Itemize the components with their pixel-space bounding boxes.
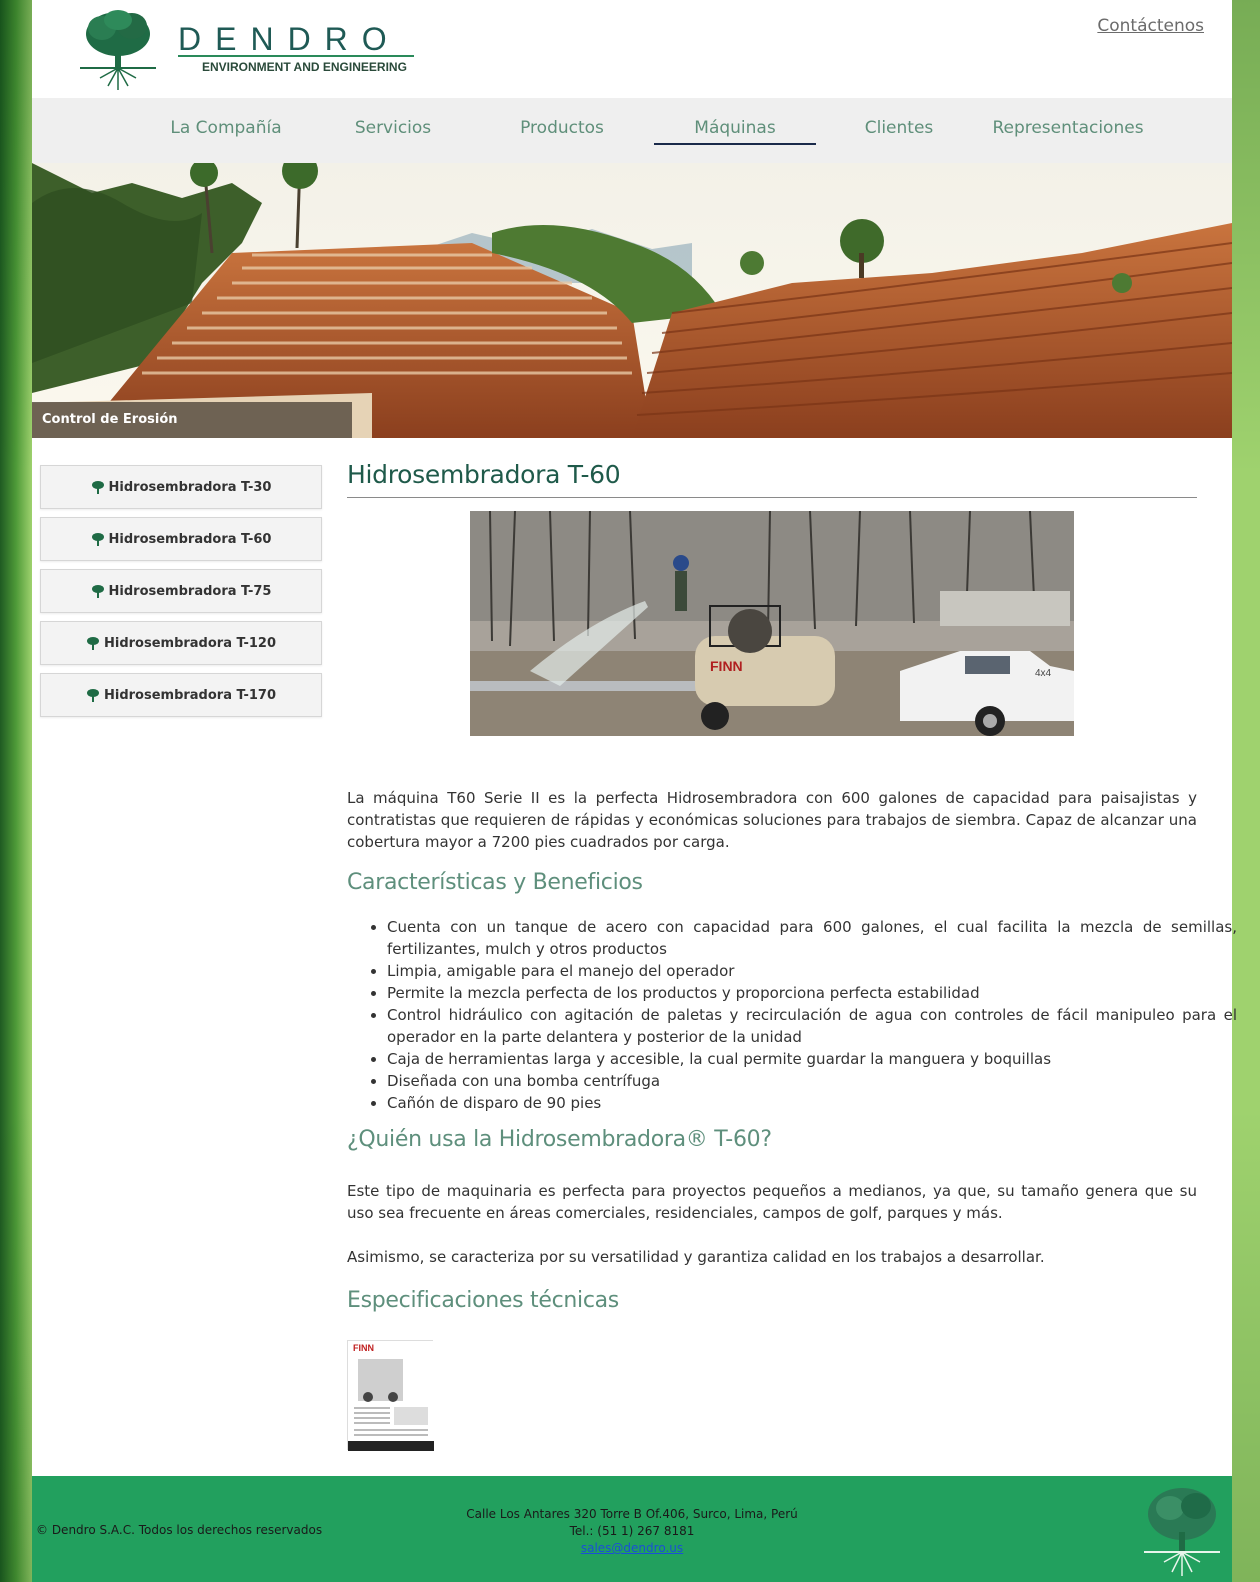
intro-paragraph: La máquina T60 Serie II es la perfecta H…: [347, 789, 1197, 851]
nav-item-clientes[interactable]: Clientes: [818, 118, 980, 138]
tree-logo-icon: [1144, 1488, 1220, 1576]
main-content: Hidrosembradora T-60 FINN 4x4 La máquina…: [347, 460, 1237, 1451]
tree-icon: [86, 637, 99, 650]
footer-tree-logo: [1142, 1484, 1222, 1579]
list-item: Cuenta con un tanque de acero con capaci…: [387, 916, 1237, 960]
sidebar-item-label: Hidrosembradora T-30: [108, 479, 272, 495]
who-uses-paragraph-1: Este tipo de maquinaria es perfecta para…: [347, 1182, 1197, 1222]
sidebar-item-label: Hidrosembradora T-75: [108, 583, 272, 599]
tree-icon: [91, 481, 104, 494]
product-photo: FINN 4x4: [470, 511, 1074, 736]
logo-title: DENDRO: [178, 21, 401, 57]
list-item: Diseñada con una bomba centrífuga: [387, 1070, 1237, 1092]
nav-item-compania[interactable]: La Compañía: [145, 118, 307, 138]
tree-icon: [86, 689, 99, 702]
site-header: DENDRO ENVIRONMENT AND ENGINEERING Contá…: [32, 0, 1232, 98]
nav-item-productos[interactable]: Productos: [481, 118, 643, 138]
page-title: Hidrosembradora T-60: [347, 460, 1197, 498]
features-list: Cuenta con un tanque de acero con capaci…: [387, 916, 1237, 1114]
logo-subtitle: ENVIRONMENT AND ENGINEERING: [202, 60, 407, 74]
tree-icon: [91, 585, 104, 598]
list-item: Permite la mezcla perfecta de los produc…: [387, 982, 1237, 1004]
spec-sheet-thumbnail[interactable]: FINN: [347, 1340, 434, 1451]
sidebar-item-t170[interactable]: Hidrosembradora T-170: [40, 673, 322, 717]
nav-item-servicios[interactable]: Servicios: [312, 118, 474, 138]
sidebar-item-t75[interactable]: Hidrosembradora T-75: [40, 569, 322, 613]
product-sidebar: Hidrosembradora T-30 Hidrosembradora T-6…: [40, 465, 322, 725]
footer-email-link[interactable]: sales@dendro.us: [581, 1541, 683, 1555]
who-uses-paragraph-2: Asimismo, se caracteriza por su versatil…: [347, 1248, 1045, 1266]
hero-banner: Control de Erosión: [32, 163, 1232, 438]
nav-item-maquinas[interactable]: Máquinas: [654, 118, 816, 138]
banner-caption: Control de Erosión: [32, 402, 352, 438]
sidebar-item-label: Hidrosembradora T-170: [103, 687, 276, 703]
tree-icon: [91, 533, 104, 546]
sidebar-item-t30[interactable]: Hidrosembradora T-30: [40, 465, 322, 509]
main-nav: La Compañía Servicios Productos Máquinas…: [32, 98, 1232, 163]
erosion-control-photo: [32, 163, 1232, 438]
features-heading: Características y Beneficios: [347, 870, 643, 895]
list-item: Caja de herramientas larga y accesible, …: [387, 1048, 1237, 1070]
footer-phone: Tel.: (51 1) 267 8181: [569, 1524, 695, 1538]
footer-address: Calle Los Antares 320 Torre B Of.406, Su…: [466, 1507, 798, 1521]
truck-badge: 4x4: [1035, 668, 1052, 679]
footer-contact: Calle Los Antares 320 Torre B Of.406, Su…: [32, 1506, 1232, 1557]
sidebar-item-t120[interactable]: Hidrosembradora T-120: [40, 621, 322, 665]
list-item: Cañón de disparo de 90 pies: [387, 1092, 1237, 1114]
sidebar-item-label: Hidrosembradora T-120: [103, 635, 276, 651]
dendro-logo[interactable]: DENDRO ENVIRONMENT AND ENGINEERING: [78, 6, 418, 94]
site-footer: © Dendro S.A.C. Todos los derechos reser…: [32, 1476, 1232, 1582]
nav-item-representaciones[interactable]: Representaciones: [987, 118, 1149, 138]
spec-brand-label: FINN: [353, 1343, 374, 1353]
tree-logo-icon: [80, 10, 156, 90]
who-uses-heading: ¿Quién usa la Hidrosembradora® T-60?: [347, 1127, 772, 1152]
contact-link[interactable]: Contáctenos: [1097, 16, 1204, 36]
list-item: Limpia, amigable para el manejo del oper…: [387, 960, 1237, 982]
sidebar-item-t60[interactable]: Hidrosembradora T-60: [40, 517, 322, 561]
sidebar-item-label: Hidrosembradora T-60: [108, 531, 272, 547]
specs-heading: Especificaciones técnicas: [347, 1288, 619, 1313]
finn-brand-label: FINN: [710, 658, 743, 674]
active-nav-indicator: [654, 143, 816, 145]
page-container: DENDRO ENVIRONMENT AND ENGINEERING Contá…: [32, 0, 1237, 1582]
list-item: Control hidráulico con agitación de pale…: [387, 1004, 1237, 1048]
